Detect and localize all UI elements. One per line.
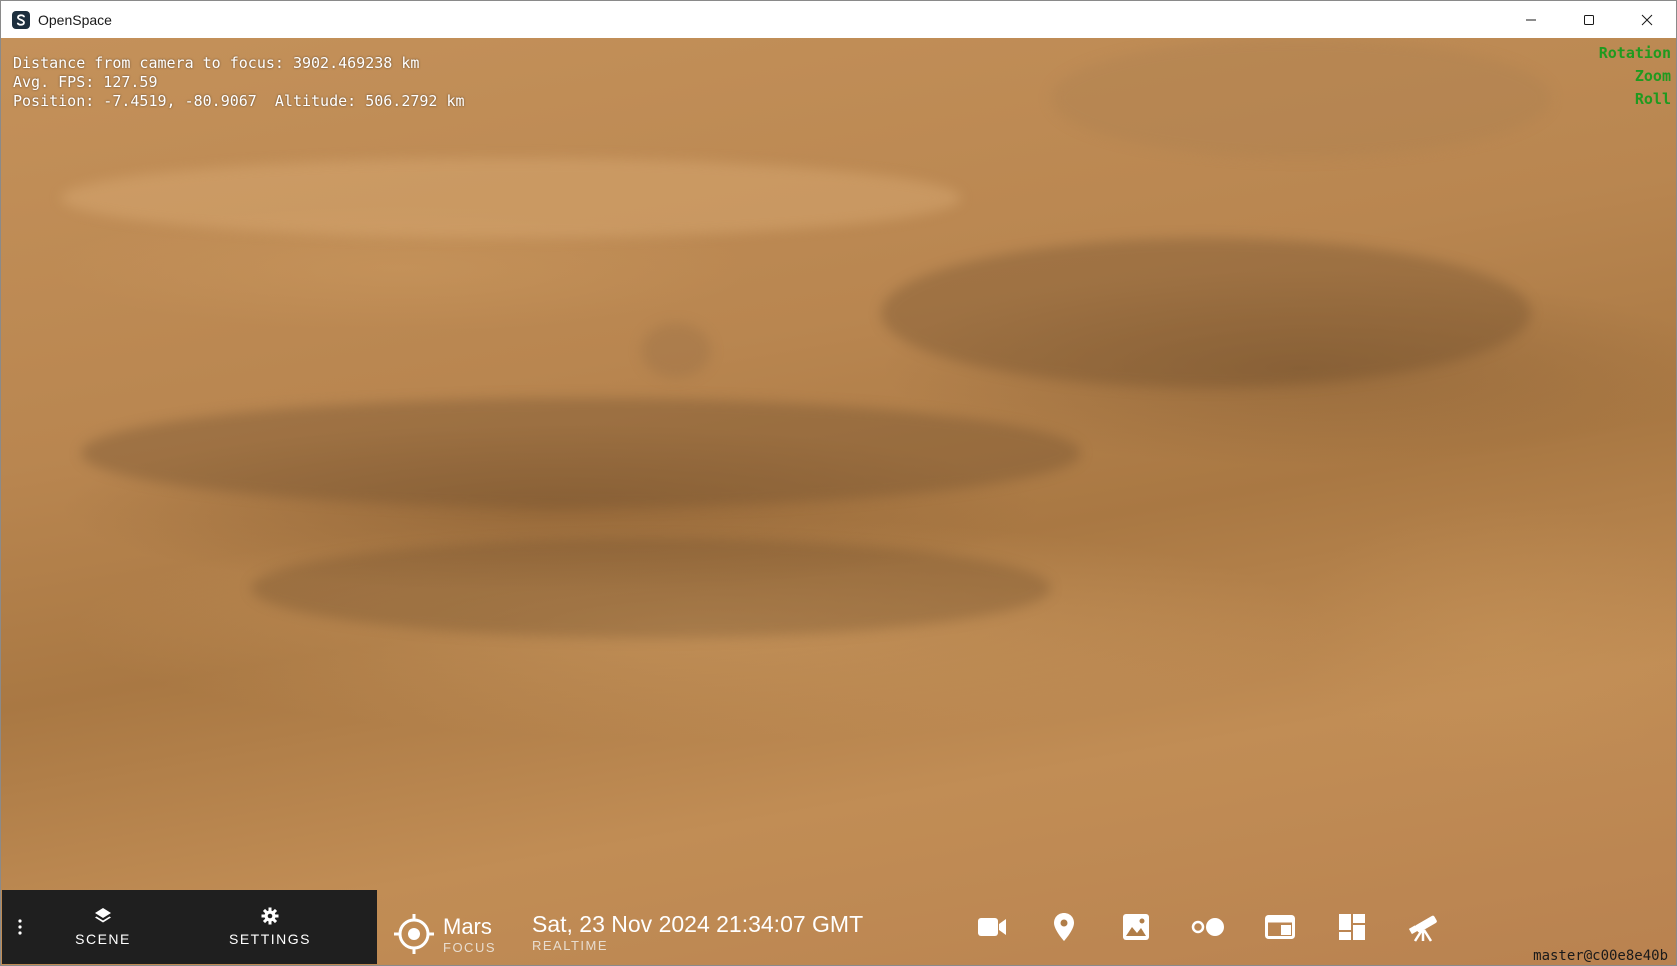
minimize-icon bbox=[1526, 19, 1536, 20]
focus-name: Mars bbox=[443, 913, 492, 939]
geo-location-button[interactable] bbox=[1028, 905, 1100, 949]
crater bbox=[641, 323, 711, 378]
maximize-icon bbox=[1584, 14, 1594, 25]
distance-readout: Distance from camera to focus: 3902.4692… bbox=[13, 54, 420, 72]
openspace-window: OpenSpace Distance from camera to focus:… bbox=[0, 0, 1677, 966]
toggle-icon bbox=[1191, 918, 1224, 936]
toolbar bbox=[956, 905, 1460, 949]
zoom-indicator: Zoom bbox=[1634, 67, 1671, 85]
settings-button[interactable]: SETTINGS bbox=[205, 890, 335, 964]
dashboard-button[interactable] bbox=[1316, 905, 1388, 949]
window-controls bbox=[1502, 1, 1676, 38]
focus-text: Mars FOCUS bbox=[443, 914, 496, 955]
focus-selector[interactable]: Mars FOCUS bbox=[393, 913, 496, 955]
screen-space-images-button[interactable] bbox=[1100, 905, 1172, 949]
focus-label: FOCUS bbox=[443, 939, 496, 955]
terrain-canyon bbox=[881, 238, 1531, 388]
window-title: OpenSpace bbox=[38, 11, 112, 28]
mars-surface-viewport[interactable] bbox=[1, 38, 1676, 965]
window-panel-button[interactable] bbox=[1244, 905, 1316, 949]
layers-icon bbox=[95, 908, 111, 923]
scene-button[interactable]: SCENE bbox=[38, 890, 168, 964]
camera-button[interactable] bbox=[956, 905, 1028, 949]
terrain-ridge bbox=[61, 158, 961, 238]
roll-indicator: Roll bbox=[1634, 90, 1671, 108]
telescope-icon bbox=[1408, 915, 1437, 942]
rotation-indicator: Rotation bbox=[1598, 44, 1671, 62]
window-panel-icon bbox=[1265, 915, 1295, 939]
camera-icon bbox=[978, 918, 1006, 936]
close-icon bbox=[1641, 14, 1653, 25]
title-bar: OpenSpace bbox=[1, 1, 1676, 39]
time-value: Sat, 23 Nov 2024 21:34:07 GMT bbox=[532, 911, 864, 937]
vertical-dots-icon bbox=[18, 919, 22, 935]
location-pin-icon bbox=[1054, 913, 1074, 941]
more-menu-button[interactable] bbox=[2, 890, 38, 964]
telescope-button[interactable] bbox=[1388, 905, 1460, 949]
minimize-button[interactable] bbox=[1502, 1, 1560, 38]
close-button[interactable] bbox=[1618, 1, 1676, 38]
version-label: master@c00e8e40b bbox=[1533, 948, 1668, 964]
time-mode-label: REALTIME bbox=[532, 938, 609, 953]
toggle-button[interactable] bbox=[1172, 905, 1244, 949]
image-icon bbox=[1123, 914, 1149, 940]
terrain-canyon bbox=[251, 538, 1051, 638]
terrain-canyon bbox=[81, 398, 1081, 508]
dashboard-icon bbox=[1339, 914, 1365, 940]
time-display[interactable]: Sat, 23 Nov 2024 21:34:07 GMT REALTIME bbox=[532, 910, 863, 953]
scene-label: SCENE bbox=[75, 931, 131, 947]
openspace-logo-icon bbox=[12, 10, 30, 29]
maximize-button[interactable] bbox=[1560, 1, 1618, 38]
settings-label: SETTINGS bbox=[228, 931, 311, 947]
gear-icon bbox=[261, 907, 279, 925]
terrain-plateau bbox=[1051, 38, 1551, 158]
fps-readout: Avg. FPS: 127.59 bbox=[13, 73, 158, 91]
crosshair-focus-icon bbox=[394, 914, 434, 954]
navigation-indicators: Rotation Zoom Roll bbox=[1599, 42, 1671, 111]
camera-info-overlay: Distance from camera to focus: 3902.4692… bbox=[13, 54, 465, 111]
position-readout: Position: -7.4519, -80.9067 Altitude: 50… bbox=[13, 92, 465, 110]
bottom-left-panel: SCENE SETTINGS bbox=[2, 890, 377, 964]
